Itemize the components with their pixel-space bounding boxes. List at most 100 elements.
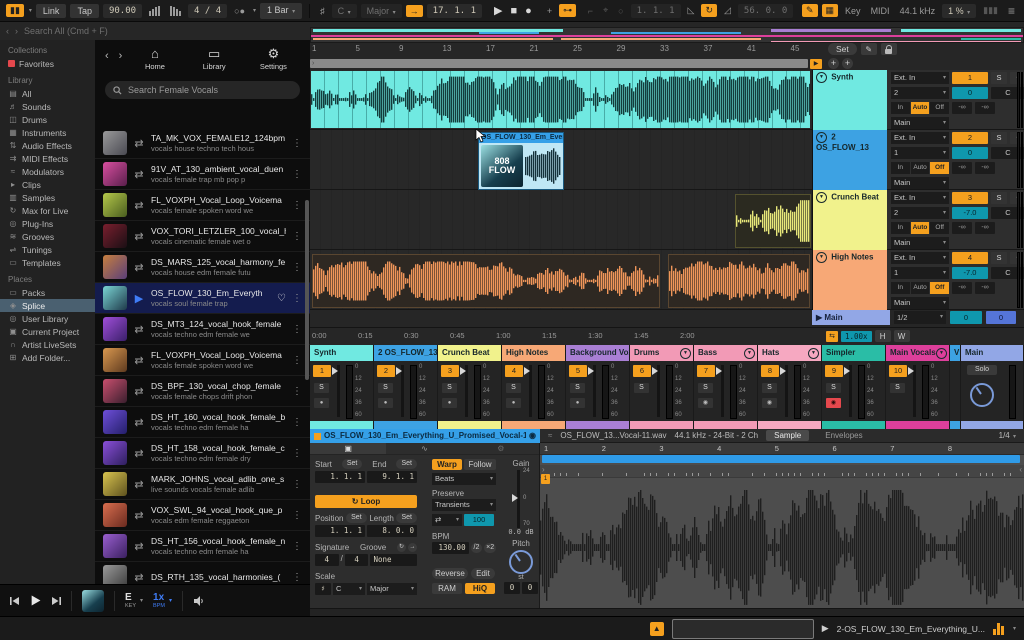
play-icon[interactable]: ▶ [133, 292, 145, 305]
volume-fader-handle[interactable] [524, 367, 530, 375]
track-lane-synth[interactable] [310, 70, 812, 130]
collection-favorites[interactable]: Favorites [0, 57, 95, 70]
mixer-tab-background-vox[interactable]: Background Vox [566, 345, 630, 361]
mixer-arm-button[interactable]: ● [570, 398, 585, 408]
sample-row[interactable]: ⇄MARK_JOHNS_vocal_adlib_one_slive sounds… [95, 469, 310, 500]
fold-track-icon[interactable]: ▼ [816, 192, 827, 203]
clip-title-tab[interactable]: OS_FLOW_130_Em_Everything_U_Promised_Voc… [310, 429, 540, 443]
preview-toggle-icon[interactable]: ▲ [650, 622, 664, 636]
arrangement-overview[interactable] [310, 27, 1024, 43]
previous-icon[interactable] [10, 596, 20, 606]
place-item-user-library[interactable]: ◎User Library [0, 312, 95, 325]
mixer-strip-background-vox[interactable]: 5S●012243660 [566, 361, 630, 421]
extract-groove-icon[interactable]: → [408, 543, 417, 552]
warp-toggle[interactable]: Warp [432, 459, 462, 470]
mixer-strip-main[interactable]: Solo [961, 361, 1024, 421]
monitor-auto[interactable]: Auto [911, 162, 930, 174]
input-channel-menu[interactable]: 2▾ [891, 87, 949, 99]
resample-icon[interactable]: ⇄ [133, 416, 145, 429]
send-b-value[interactable]: -∞ [975, 282, 995, 294]
sample-waveform-view[interactable]: 12345678 ›‹ 1 [540, 443, 1024, 608]
bpm-double-button[interactable]: ×2 [484, 543, 496, 553]
input-channel-menu[interactable]: 1▾ [891, 147, 949, 159]
resample-icon[interactable]: ⇄ [133, 168, 145, 181]
mixer-strip-high-notes[interactable]: 4S●012243660 [502, 361, 566, 421]
monitor-switch[interactable]: InAutoOff [891, 162, 949, 174]
automation-mode-icon[interactable]: ⊶ [559, 4, 576, 17]
reverse-button[interactable]: Reverse [432, 568, 468, 579]
output-meter-icon[interactable] [993, 623, 1004, 635]
resample-icon[interactable]: ⇄ [133, 540, 145, 553]
splice-settings-tab[interactable]: ⚙Settings [247, 48, 300, 71]
mixer-track-number[interactable]: 9 [825, 365, 843, 377]
input-type-menu[interactable]: Ext. In▾ [891, 192, 949, 204]
mixer-arm-button[interactable]: ● [442, 398, 457, 408]
place-item-artist-livesets[interactable]: ∩Artist LiveSets [0, 338, 95, 351]
send-a-value[interactable]: -∞ [952, 102, 972, 114]
draw-automation-icon[interactable]: ✎ [861, 43, 877, 55]
splice-search-input[interactable]: Search Female Vocals [105, 81, 300, 99]
draw-mode-icon[interactable]: ✎ [802, 4, 818, 17]
more-options-icon[interactable]: ⋮ [292, 169, 302, 180]
punch-in-icon[interactable]: ⌐ [585, 5, 596, 17]
nudge-up-icon[interactable] [170, 6, 181, 16]
library-item-max-for-live[interactable]: ↻Max for Live [0, 204, 95, 217]
more-options-icon[interactable]: ⋮ [292, 510, 302, 521]
mixer-strip-2-os-flow-130[interactable]: 2S●012243660 [374, 361, 438, 421]
browser-search-bar[interactable]: ‹ › Search All (Cmd + F) [0, 22, 310, 41]
set-locator-button[interactable]: Set [828, 43, 857, 55]
add-locator-button[interactable]: + [842, 58, 853, 69]
library-item-audio-effects[interactable]: ⇅Audio Effects [0, 139, 95, 152]
resample-icon[interactable]: ⇄ [133, 137, 145, 150]
locator-flag-icon[interactable]: ▶ [810, 59, 822, 69]
warp-mode-menu[interactable]: Beats▾ [432, 473, 496, 485]
key-filter-dropdown[interactable]: EKEY ▾ [125, 592, 143, 609]
mixer-solo-button[interactable]: S [378, 383, 393, 393]
marker-icon[interactable]: ⌖ [600, 4, 611, 17]
track-lane-2-os-flow-13[interactable]: OS_FLOW_130_Em_Every808FLOW [310, 130, 812, 190]
sample-row[interactable]: ⇄FL_VOXPH_Vocal_Loop_Voicemavocals femal… [95, 345, 310, 376]
new-midi-clip-icon[interactable]: + [544, 5, 555, 17]
mixer-tab-main-vocals[interactable]: Main Vocals▼ [886, 345, 950, 361]
main-pan-value[interactable]: 0 [986, 311, 1016, 324]
scrub-area[interactable]: › ▶ + + [310, 58, 1024, 70]
metronome-icon[interactable]: ○● [231, 5, 248, 17]
volume-value[interactable]: -7.0 [952, 207, 988, 219]
scale-root-menu[interactable]: C▾ [333, 583, 365, 595]
more-options-icon[interactable]: ⋮ [292, 138, 302, 149]
preview-waveform[interactable] [672, 619, 814, 639]
track-lanes[interactable]: OS_FLOW_130_Em_Every808FLOW [310, 70, 812, 310]
mixer-strip-synth[interactable]: 1S●012243660 [310, 361, 374, 421]
send-b-value[interactable]: -∞ [975, 102, 995, 114]
fold-group-icon[interactable]: ▼ [744, 348, 755, 359]
more-options-icon[interactable]: ⋮ [292, 541, 302, 552]
input-channel-menu[interactable]: 2▾ [891, 207, 949, 219]
mixer-track-number[interactable]: 4 [505, 365, 523, 377]
ram-toggle[interactable]: RAM [432, 583, 462, 594]
set-start-button[interactable]: Set [342, 459, 363, 469]
library-item-midi-effects[interactable]: ⇉MIDI Effects [0, 152, 95, 165]
sample-row[interactable]: ⇄DS_HT_160_vocal_hook_female_bvocals tec… [95, 407, 310, 438]
computer-midi-keyboard-icon[interactable]: ▦ [822, 4, 839, 17]
sample-row[interactable]: ⇄DS_HT_158_vocal_hook_female_cvocals tec… [95, 438, 310, 469]
mixer-solo-button[interactable]: S [698, 383, 713, 393]
edit-button[interactable]: Edit [471, 568, 495, 579]
monitor-auto[interactable]: Auto [911, 102, 930, 114]
mixer-strip-simpler[interactable]: 9S◉012243660 [822, 361, 886, 421]
resample-icon[interactable]: ⇄ [133, 385, 145, 398]
sample-beat-ruler[interactable]: 12345678 [540, 443, 1024, 455]
arrangement-position-field[interactable]: 17. 1. 1 [427, 4, 482, 18]
track-header-synth[interactable]: ▼ SynthExt. In▾1S●2▾0CInAutoOff-∞-∞Main▾ [813, 70, 1024, 130]
time-ruler[interactable]: 0:000:150:300:451:001:151:301:452:00 ⇆ 1… [310, 327, 1024, 346]
mixer-track-number[interactable]: 8 [761, 365, 779, 377]
dragged-clip[interactable]: OS_FLOW_130_Em_Every808FLOW [478, 132, 564, 190]
resample-icon[interactable]: ⇄ [133, 230, 145, 243]
mixer-strip-drums[interactable]: 6S012243660 [630, 361, 694, 421]
mixer-strip-crunch-beat[interactable]: 3S●012243660 [438, 361, 502, 421]
link-button[interactable]: Link [36, 4, 67, 18]
seg-bpm-value[interactable]: 130.00 [432, 542, 469, 554]
solo-button[interactable]: S [991, 192, 1007, 204]
pitch-semitones-value[interactable]: 0 [504, 582, 520, 594]
more-options-icon[interactable]: ⋮ [292, 324, 302, 335]
audio-clip[interactable] [311, 71, 810, 128]
